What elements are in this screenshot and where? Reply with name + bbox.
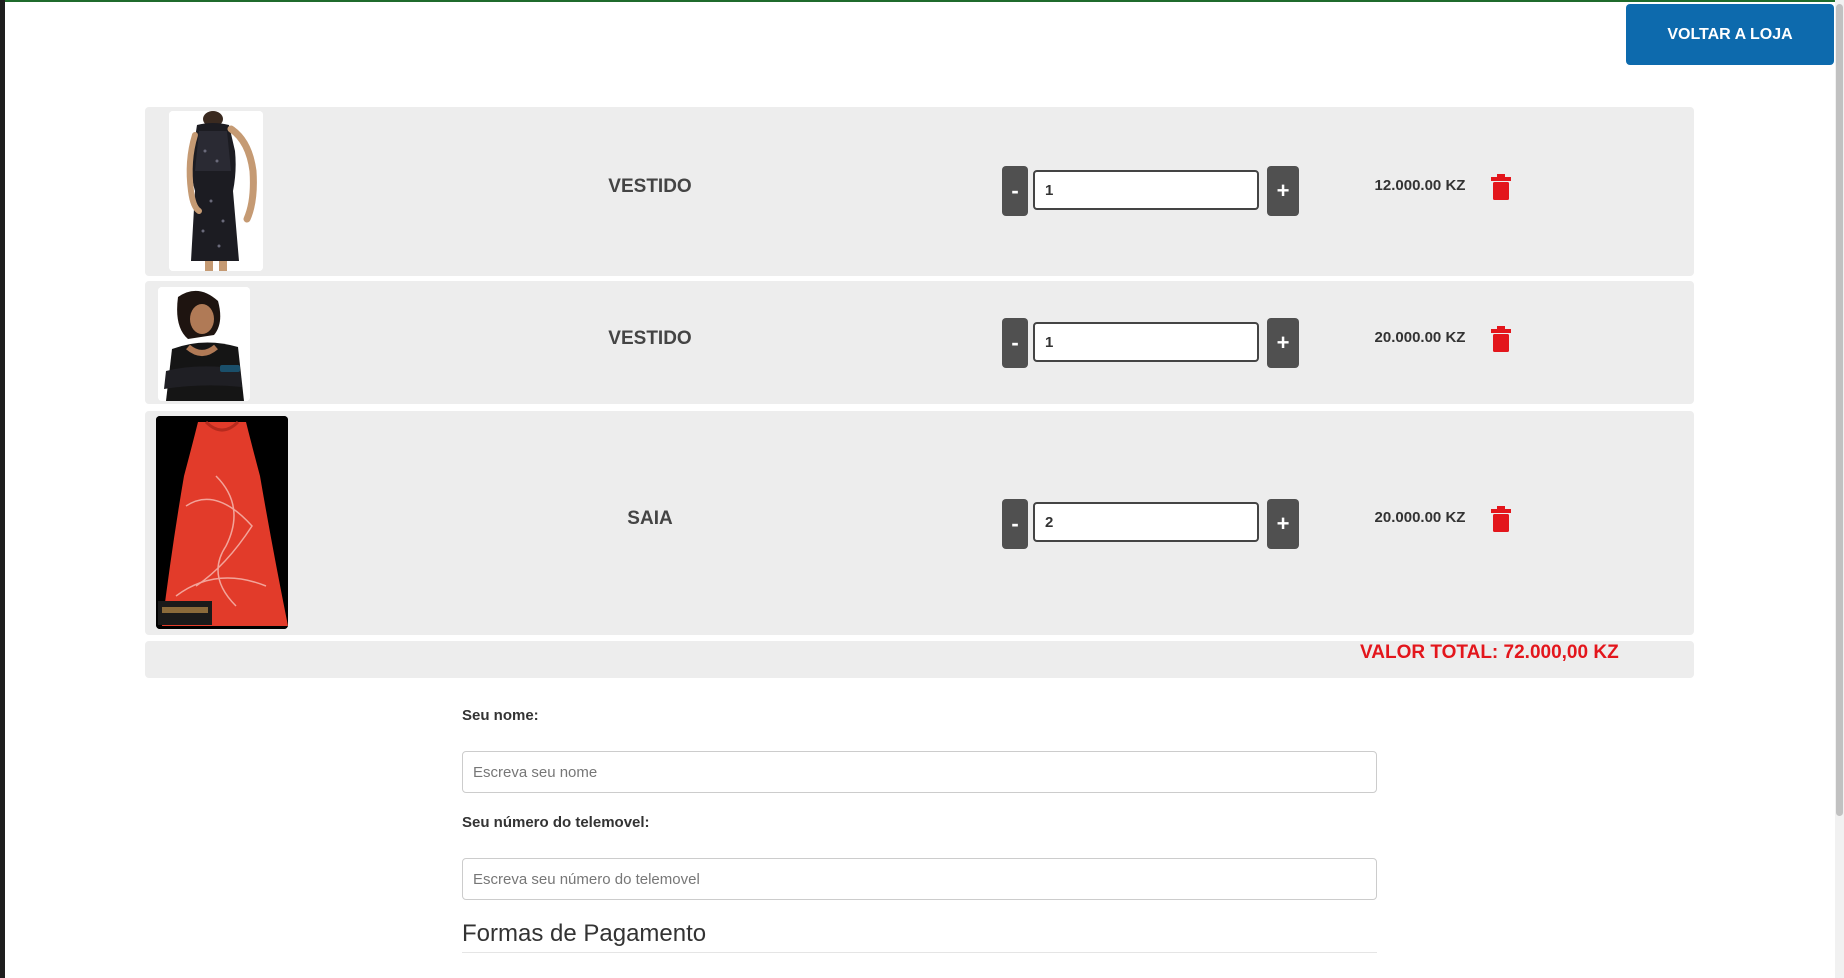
trash-icon[interactable] (1491, 174, 1511, 200)
phone-label: Seu número do telemovel: (462, 814, 650, 831)
quantity-input[interactable] (1033, 170, 1259, 210)
item-price: 12.000.00 KZ (1374, 177, 1466, 194)
cart-item-row-1: VESTIDO - + 12.000.00 KZ (145, 107, 1694, 276)
item-price: 20.000.00 KZ (1374, 329, 1466, 346)
payment-methods-title: Formas de Pagamento (462, 920, 707, 947)
section-divider (462, 952, 1377, 953)
trash-icon[interactable] (1491, 506, 1511, 532)
quantity-input[interactable] (1033, 502, 1259, 542)
left-window-edge (0, 0, 5, 978)
decrease-quantity-button[interactable]: - (1002, 318, 1028, 368)
trash-icon[interactable] (1491, 326, 1511, 352)
increase-quantity-button[interactable]: + (1267, 499, 1299, 549)
top-border (0, 0, 1844, 2)
phone-input[interactable] (462, 858, 1377, 900)
increase-quantity-button[interactable]: + (1267, 318, 1299, 368)
cart-total-value: VALOR TOTAL: 72.000,00 KZ (1360, 642, 1619, 663)
cart-page: VOLTAR A LOJA VESTIDO - + 12.000.00 KZ (0, 0, 1844, 978)
decrease-quantity-button[interactable]: - (1002, 166, 1028, 216)
item-price: 20.000.00 KZ (1374, 509, 1466, 526)
cart-item-row-2: VESTIDO - + 20.000.00 KZ (145, 281, 1694, 404)
name-label: Seu nome: (462, 707, 539, 724)
increase-quantity-button[interactable]: + (1267, 166, 1299, 216)
back-to-store-button[interactable]: VOLTAR A LOJA (1626, 4, 1834, 65)
scrollbar-thumb[interactable] (1836, 4, 1843, 816)
decrease-quantity-button[interactable]: - (1002, 499, 1028, 549)
name-input[interactable] (462, 751, 1377, 793)
cart-item-row-3: SAIA - + 20.000.00 KZ (145, 411, 1694, 635)
cart-total-row: VALOR TOTAL: 72.000,00 KZ (145, 641, 1694, 678)
scrollbar-track[interactable] (1835, 0, 1844, 978)
quantity-input[interactable] (1033, 322, 1259, 362)
